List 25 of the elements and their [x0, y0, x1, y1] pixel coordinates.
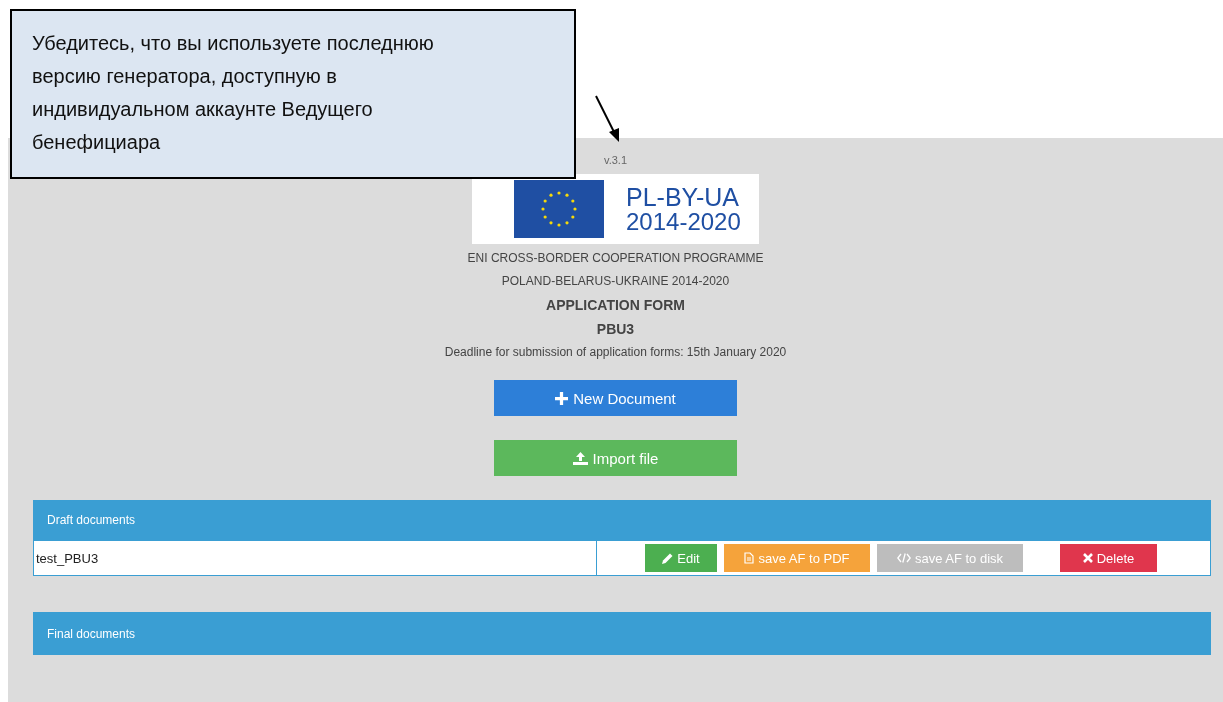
plus-icon [555, 391, 569, 405]
heading-text: PBU3 [596, 320, 635, 338]
eu-flag-icon [514, 180, 604, 238]
edit-button[interactable]: Edit [645, 544, 717, 572]
callout-text: Убедитесь, что вы используете последнюю версию генератора, доступную в индивидуальном аккаунте Ведущего бенефициара [32, 31, 435, 155]
logo-years: 2014-2020 [626, 209, 741, 234]
file-icon [744, 552, 755, 564]
heading-text: APPLICATION FORM [546, 296, 685, 314]
new-document-button[interactable]: New Document [494, 380, 737, 416]
delete-button[interactable]: Delete [1060, 544, 1157, 572]
logo-title: PL-BY-UA [626, 184, 740, 210]
panel-title: Final documents [47, 626, 136, 641]
document-name-cell: test_PBU3 [34, 541, 597, 575]
heading-text: Deadline for submission of application forms: 15th January 2020 [444, 344, 787, 361]
code-icon [896, 553, 911, 563]
panel-title: Draft documents [47, 513, 136, 527]
disk-button[interactable]: save AF to disk [877, 544, 1023, 572]
close-icon [1082, 553, 1093, 563]
pdf-button[interactable]: save AF to PDF [724, 544, 870, 572]
pencil-icon [662, 552, 674, 564]
heading-text: ENI CROSS-BORDER COOPERATION PROGRAMME [467, 250, 764, 267]
heading-text: POLAND-BELARUS-UKRAINE 2014-2020 [501, 273, 730, 290]
version-label: v.3.1 [604, 154, 627, 166]
import-file-button[interactable]: Import file [494, 440, 737, 476]
upload-icon [572, 451, 588, 465]
